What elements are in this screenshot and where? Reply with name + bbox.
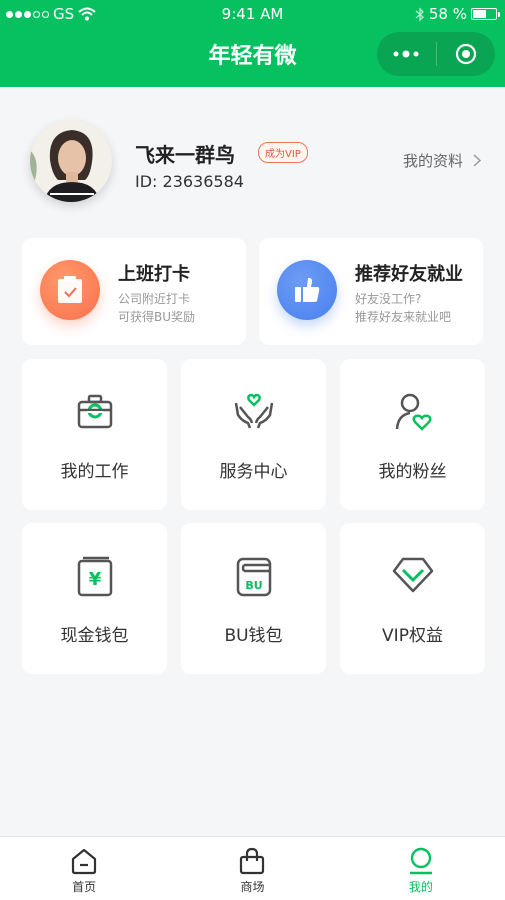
avatar[interactable] bbox=[30, 120, 112, 202]
refer-friend-card[interactable]: 推荐好友就业 好友没工作? 推荐好友来就业吧 bbox=[259, 238, 483, 345]
thumbs-up-icon bbox=[277, 260, 337, 320]
checkin-card[interactable]: 上班打卡 公司附近打卡 可获得BU奖励 bbox=[22, 238, 246, 345]
hands-heart-icon bbox=[181, 391, 326, 435]
refer-subtitle-line2: 推荐好友来就业吧 bbox=[355, 310, 452, 324]
my-profile-link[interactable]: 我的资料 bbox=[403, 150, 481, 171]
briefcase-icon bbox=[22, 391, 167, 435]
tab-label: 我的 bbox=[408, 880, 433, 894]
user-heart-icon bbox=[340, 391, 485, 435]
avatar-image bbox=[30, 120, 112, 202]
checkin-subtitle-line2: 可获得BU奖励 bbox=[118, 310, 196, 324]
header: GS 9:41 AM 58 % 年轻有微 bbox=[0, 0, 505, 87]
bu-wallet-icon: BU bbox=[181, 555, 326, 599]
battery-icon bbox=[471, 8, 500, 20]
tab-home[interactable]: 首页 bbox=[0, 837, 168, 900]
tab-mall[interactable]: 商场 bbox=[168, 837, 336, 900]
grid-label: 我的工作 bbox=[60, 462, 129, 482]
checkin-subtitle-line1: 公司附近打卡 bbox=[118, 292, 191, 306]
user-id: ID: 23636584 bbox=[135, 172, 244, 191]
tab-bar: 首页 商场 我的 bbox=[0, 836, 505, 900]
capsule-menu bbox=[377, 32, 495, 76]
status-right: 58 % bbox=[415, 5, 500, 23]
close-button[interactable] bbox=[437, 32, 496, 76]
shopping-bag-icon bbox=[240, 847, 265, 875]
grid-label: BU钱包 bbox=[224, 626, 283, 646]
grid-item-service-center[interactable]: 服务中心 bbox=[181, 359, 326, 510]
profile-icon bbox=[409, 847, 432, 875]
status-bar: GS 9:41 AM 58 % bbox=[0, 0, 505, 30]
svg-text:¥: ¥ bbox=[88, 569, 101, 590]
grid-item-my-fans[interactable]: 我的粉丝 bbox=[340, 359, 485, 510]
bluetooth-icon bbox=[415, 6, 424, 22]
home-icon bbox=[72, 848, 97, 875]
grid-label: 服务中心 bbox=[219, 462, 288, 482]
become-vip-badge[interactable]: 成为VIP bbox=[258, 142, 308, 163]
refer-title: 推荐好友就业 bbox=[355, 264, 463, 285]
grid-item-bu-wallet[interactable]: BU BU钱包 bbox=[181, 523, 326, 674]
chevron-right-icon bbox=[473, 154, 481, 167]
tab-label: 商场 bbox=[240, 880, 265, 894]
tab-mine[interactable]: 我的 bbox=[337, 837, 505, 900]
my-profile-label: 我的资料 bbox=[402, 152, 463, 170]
checkin-subtitle: 公司附近打卡 可获得BU奖励 bbox=[118, 290, 195, 326]
grid-label: 现金钱包 bbox=[60, 626, 129, 646]
yuan-wallet-icon: ¥ bbox=[22, 555, 167, 599]
grid-label: VIP权益 bbox=[382, 626, 443, 646]
refer-subtitle: 好友没工作? 推荐好友来就业吧 bbox=[355, 290, 451, 326]
battery-text: 58 % bbox=[428, 5, 467, 23]
checkin-title: 上班打卡 bbox=[118, 264, 190, 285]
grid-label: 我的粉丝 bbox=[378, 462, 447, 482]
profile-section: 飞来一群鸟 成为VIP ID: 23636584 我的资料 bbox=[0, 87, 505, 227]
grid-item-my-work[interactable]: 我的工作 bbox=[22, 359, 167, 510]
refer-subtitle-line1: 好友没工作? bbox=[355, 292, 422, 306]
tab-label: 首页 bbox=[72, 880, 97, 894]
diamond-icon bbox=[340, 555, 485, 599]
grid-item-vip-benefits[interactable]: VIP权益 bbox=[340, 523, 485, 674]
more-dots-icon bbox=[393, 50, 419, 58]
username: 飞来一群鸟 bbox=[135, 143, 235, 167]
target-circle-icon bbox=[455, 43, 476, 65]
svg-text:BU: BU bbox=[245, 579, 262, 592]
clipboard-check-icon bbox=[40, 260, 100, 320]
more-button[interactable] bbox=[377, 32, 436, 76]
grid-item-cash-wallet[interactable]: ¥ 现金钱包 bbox=[22, 523, 167, 674]
